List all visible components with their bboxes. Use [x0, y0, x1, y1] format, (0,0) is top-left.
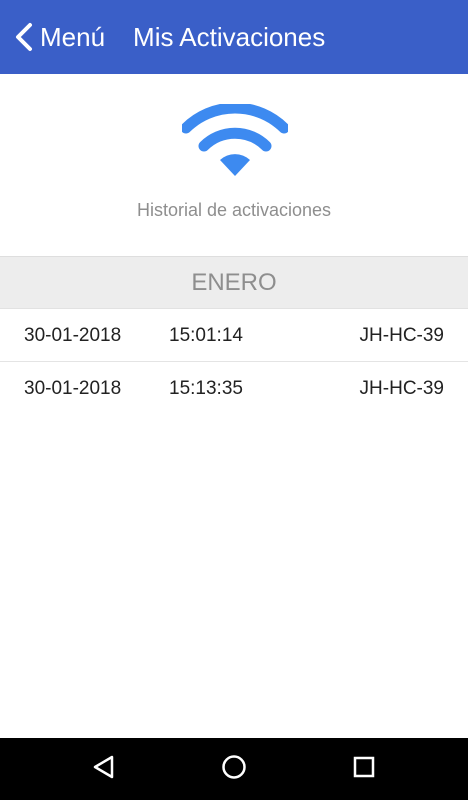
app-header: Menú Mis Activaciones [0, 0, 468, 74]
nav-home-icon [220, 753, 248, 786]
back-label: Menú [40, 21, 106, 52]
nav-home-button[interactable] [204, 738, 264, 800]
nav-recent-apps-button[interactable] [334, 738, 394, 800]
activation-row[interactable]: 30-01-2018 15:13:35 JH-HC-39 [0, 362, 468, 415]
activation-code: JH-HC-39 [359, 325, 444, 346]
system-navigation-bar [0, 738, 468, 800]
activation-time: 15:01:14 [169, 325, 243, 346]
activation-date: 30-01-2018 [24, 378, 122, 399]
activation-list: 30-01-2018 15:01:14 JH-HC-39 30-01-2018 … [0, 309, 468, 415]
nav-recent-icon [352, 755, 376, 784]
back-to-menu-button[interactable]: Menú [0, 0, 105, 74]
page-title: Mis Activaciones [133, 21, 326, 52]
hero-section: Historial de activaciones [0, 74, 468, 256]
month-section-header: ENERO [0, 256, 468, 309]
activation-code: JH-HC-39 [359, 378, 444, 399]
chevron-left-icon [14, 22, 34, 52]
activation-row[interactable]: 30-01-2018 15:01:14 JH-HC-39 [0, 309, 468, 362]
app-screen: Menú Mis Activaciones Historial de activ… [0, 0, 468, 800]
wifi-icon [180, 102, 290, 180]
nav-back-button[interactable] [74, 738, 134, 800]
activation-date: 30-01-2018 [24, 325, 122, 346]
history-caption: Historial de activaciones [136, 200, 332, 220]
activation-time: 15:13:35 [169, 378, 243, 399]
nav-back-icon [91, 754, 117, 785]
